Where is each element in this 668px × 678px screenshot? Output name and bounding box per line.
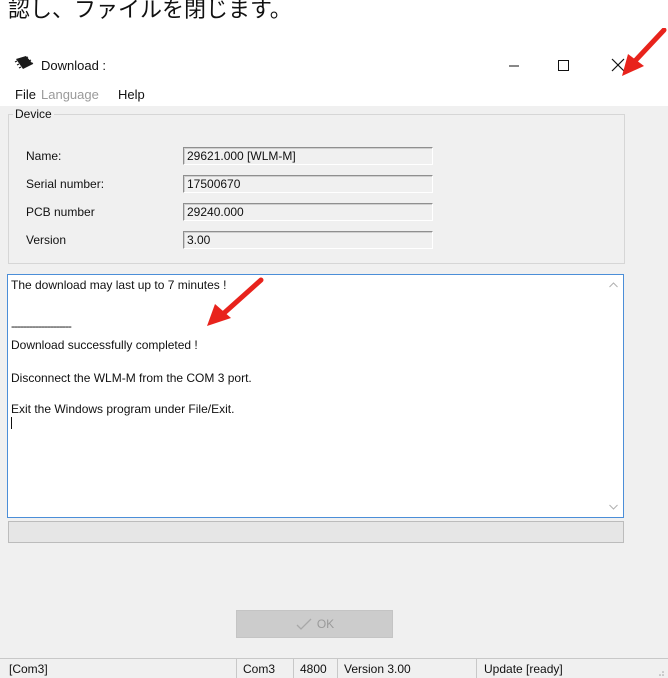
version-label: Version: [26, 233, 67, 247]
log-line: Download successfully completed !: [11, 338, 198, 352]
name-field: 29621.000 [WLM-M]: [183, 147, 433, 165]
status-divider: [293, 659, 294, 678]
pcb-number-label: PCB number: [26, 205, 95, 219]
download-log[interactable]: The download may last up to 7 minutes ! …: [7, 274, 624, 518]
caption-text: 認し、ファイルを閉じます。: [8, 0, 292, 23]
instruction-caption: 認し、ファイルを閉じます。: [0, 0, 668, 40]
serial-number-label: Serial number:: [26, 177, 105, 191]
log-line: Exit the Windows program under File/Exit…: [11, 402, 235, 416]
device-group: Device Name: 29621.000 [WLM-M] Serial nu…: [8, 107, 625, 264]
log-line: Disconnect the WLM-M from the COM 3 port…: [11, 371, 252, 385]
minimize-button[interactable]: [494, 50, 534, 80]
status-version: Version 3.00: [344, 662, 411, 676]
chip-app-icon: [14, 56, 34, 69]
menu-language[interactable]: Language: [41, 87, 99, 102]
minimize-icon: [509, 65, 519, 67]
name-label: Name:: [26, 149, 62, 163]
pcb-number-field: 29240.000: [183, 203, 433, 221]
arrow-pointer-icon: [207, 277, 264, 326]
text-caret: [11, 417, 12, 429]
serial-number-field: 17500670: [183, 175, 433, 193]
maximize-icon: [558, 60, 569, 71]
log-line: The download may last up to 7 minutes !: [11, 278, 227, 292]
title-bar[interactable]: Download :: [0, 40, 668, 86]
status-divider: [476, 659, 477, 678]
status-baud: 4800: [300, 662, 327, 676]
scroll-up-icon[interactable]: [609, 282, 618, 288]
status-port: [Com3]: [9, 662, 48, 676]
menu-file[interactable]: File: [15, 87, 36, 102]
version-field: 3.00: [183, 231, 433, 249]
maximize-button[interactable]: [543, 50, 583, 80]
resize-grip-icon[interactable]: [655, 667, 665, 677]
progress-bar: [8, 521, 624, 543]
status-update: Update [ready]: [484, 662, 563, 676]
status-com: Com3: [243, 662, 276, 676]
checkmark-icon: [296, 618, 312, 630]
log-scrollbar[interactable]: [605, 276, 622, 516]
ok-button-label: OK: [316, 617, 335, 631]
menu-help[interactable]: Help: [118, 87, 145, 102]
menu-bar: File Language Help: [0, 86, 668, 106]
ok-button[interactable]: OK: [236, 610, 393, 638]
download-window: Download : File Language Help Device Nam…: [0, 40, 668, 678]
log-separator: --------------------: [11, 319, 72, 333]
status-bar: [Com3] Com3 4800 Version 3.00 Update [re…: [0, 658, 668, 678]
scroll-down-icon[interactable]: [609, 504, 618, 510]
status-divider: [337, 659, 338, 678]
arrow-pointer-icon: [622, 28, 667, 76]
window-title: Download :: [41, 58, 107, 73]
device-group-legend: Device: [13, 107, 54, 121]
status-divider: [236, 659, 237, 678]
